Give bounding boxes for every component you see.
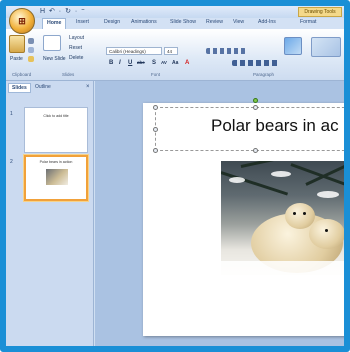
rotate-handle[interactable] <box>253 98 258 103</box>
paste-button[interactable]: Paste <box>10 56 23 62</box>
office-logo-icon: ⊞ <box>18 15 26 26</box>
quick-access-toolbar[interactable]: H ↶ · ↻ · ⁼ <box>40 7 86 15</box>
char-spacing-button[interactable]: AV <box>161 60 167 65</box>
font-color-button[interactable]: A <box>185 60 189 66</box>
cub-eye <box>303 212 306 215</box>
paste-icon[interactable] <box>9 35 25 53</box>
italic-button[interactable]: I <box>119 60 121 66</box>
resize-handle[interactable] <box>253 105 258 110</box>
notes-bar <box>6 346 344 352</box>
new-slide-icon[interactable] <box>43 35 61 51</box>
pane-tabs: Slides Outline × <box>6 83 94 93</box>
mother-bear-head <box>309 219 344 249</box>
slide-editing-area[interactable]: Polar bears in ac <box>95 81 344 346</box>
tab-outline[interactable]: Outline <box>32 83 54 91</box>
tab-design[interactable]: Design <box>104 19 120 25</box>
resize-handle[interactable] <box>253 148 258 153</box>
ribbon: Paste New Slide Layout Reset Delete Cali… <box>6 29 344 81</box>
tab-review[interactable]: Review <box>206 19 223 25</box>
layout-button[interactable]: Layout <box>69 35 84 41</box>
drawing-tools-context-tab[interactable]: Drawing Tools <box>298 7 342 17</box>
slide-thumbnail-2[interactable]: Polar bears in action <box>24 155 88 201</box>
tab-insert[interactable]: Insert <box>76 19 89 25</box>
tab-format[interactable]: Format <box>300 19 316 25</box>
resize-handle[interactable] <box>153 148 158 153</box>
cub-head <box>285 203 315 229</box>
mother-bear-eye <box>325 229 328 232</box>
group-paragraph: Paragraph <box>253 72 275 77</box>
tab-view[interactable]: View <box>233 19 244 25</box>
resize-handle[interactable] <box>153 127 158 132</box>
office-button[interactable]: ⊞ <box>9 8 35 34</box>
cut-icon[interactable] <box>28 38 34 44</box>
tab-slide-show[interactable]: Slide Show <box>170 19 196 25</box>
shapes-gallery-icon[interactable] <box>311 37 341 57</box>
slide-title-text[interactable]: Polar bears in ac <box>211 116 339 136</box>
group-slides: Slides <box>62 72 75 77</box>
thumb-title: Click to add title <box>43 114 69 118</box>
paragraph-list-icon[interactable] <box>206 48 246 54</box>
font-size-select[interactable]: 44 <box>164 47 178 55</box>
slide-thumbnail-1[interactable]: Click to add title <box>24 107 88 153</box>
photo-snow <box>317 191 339 198</box>
group-font: Font <box>151 72 161 77</box>
shadow-button[interactable]: S <box>152 60 156 66</box>
photo-snow-ground <box>221 261 344 275</box>
format-painter-icon[interactable] <box>28 56 34 62</box>
cub-eye <box>293 212 296 215</box>
underline-button[interactable]: U <box>128 60 132 66</box>
change-case-button[interactable]: Aa <box>172 60 178 66</box>
tab-add-ins[interactable]: Add-Ins <box>258 19 276 25</box>
polar-bear-photo[interactable] <box>221 161 344 275</box>
thumb-photo <box>46 169 68 185</box>
strikethrough-button[interactable]: abe <box>137 60 145 65</box>
new-slide-button[interactable]: New Slide <box>43 56 66 62</box>
alignment-icon[interactable] <box>232 60 280 66</box>
slide-number-1: 1 <box>10 111 13 117</box>
group-clipboard: Clipboard <box>12 72 32 77</box>
resize-handle[interactable] <box>153 105 158 110</box>
tab-slides[interactable]: Slides <box>8 83 31 93</box>
tab-home[interactable]: Home <box>42 18 67 29</box>
copy-icon[interactable] <box>28 47 34 53</box>
photo-snow <box>229 177 245 183</box>
close-pane-icon[interactable]: × <box>86 84 90 90</box>
font-name-select[interactable]: Calibri (Headings) <box>106 47 162 55</box>
thumb-title: Polar bears in action <box>39 160 73 164</box>
text-direction-icon[interactable] <box>284 37 302 55</box>
current-slide[interactable]: Polar bears in ac <box>143 98 344 336</box>
ribbon-tabs: Home Insert Design Animations Slide Show… <box>6 18 344 29</box>
powerpoint-window: H ↶ · ↻ · ⁼ Drawing Tools ⊞ Home Insert … <box>0 0 350 352</box>
slides-pane: Slides Outline × 1 Click to add title 2 … <box>6 81 94 346</box>
title-bar: H ↶ · ↻ · ⁼ Drawing Tools <box>6 6 344 18</box>
delete-button[interactable]: Delete <box>69 55 83 61</box>
slide-number-2: 2 <box>10 159 13 165</box>
tab-animations[interactable]: Animations <box>131 19 157 25</box>
reset-button[interactable]: Reset <box>69 45 82 51</box>
bold-button[interactable]: B <box>109 60 113 66</box>
photo-snow <box>271 171 291 177</box>
